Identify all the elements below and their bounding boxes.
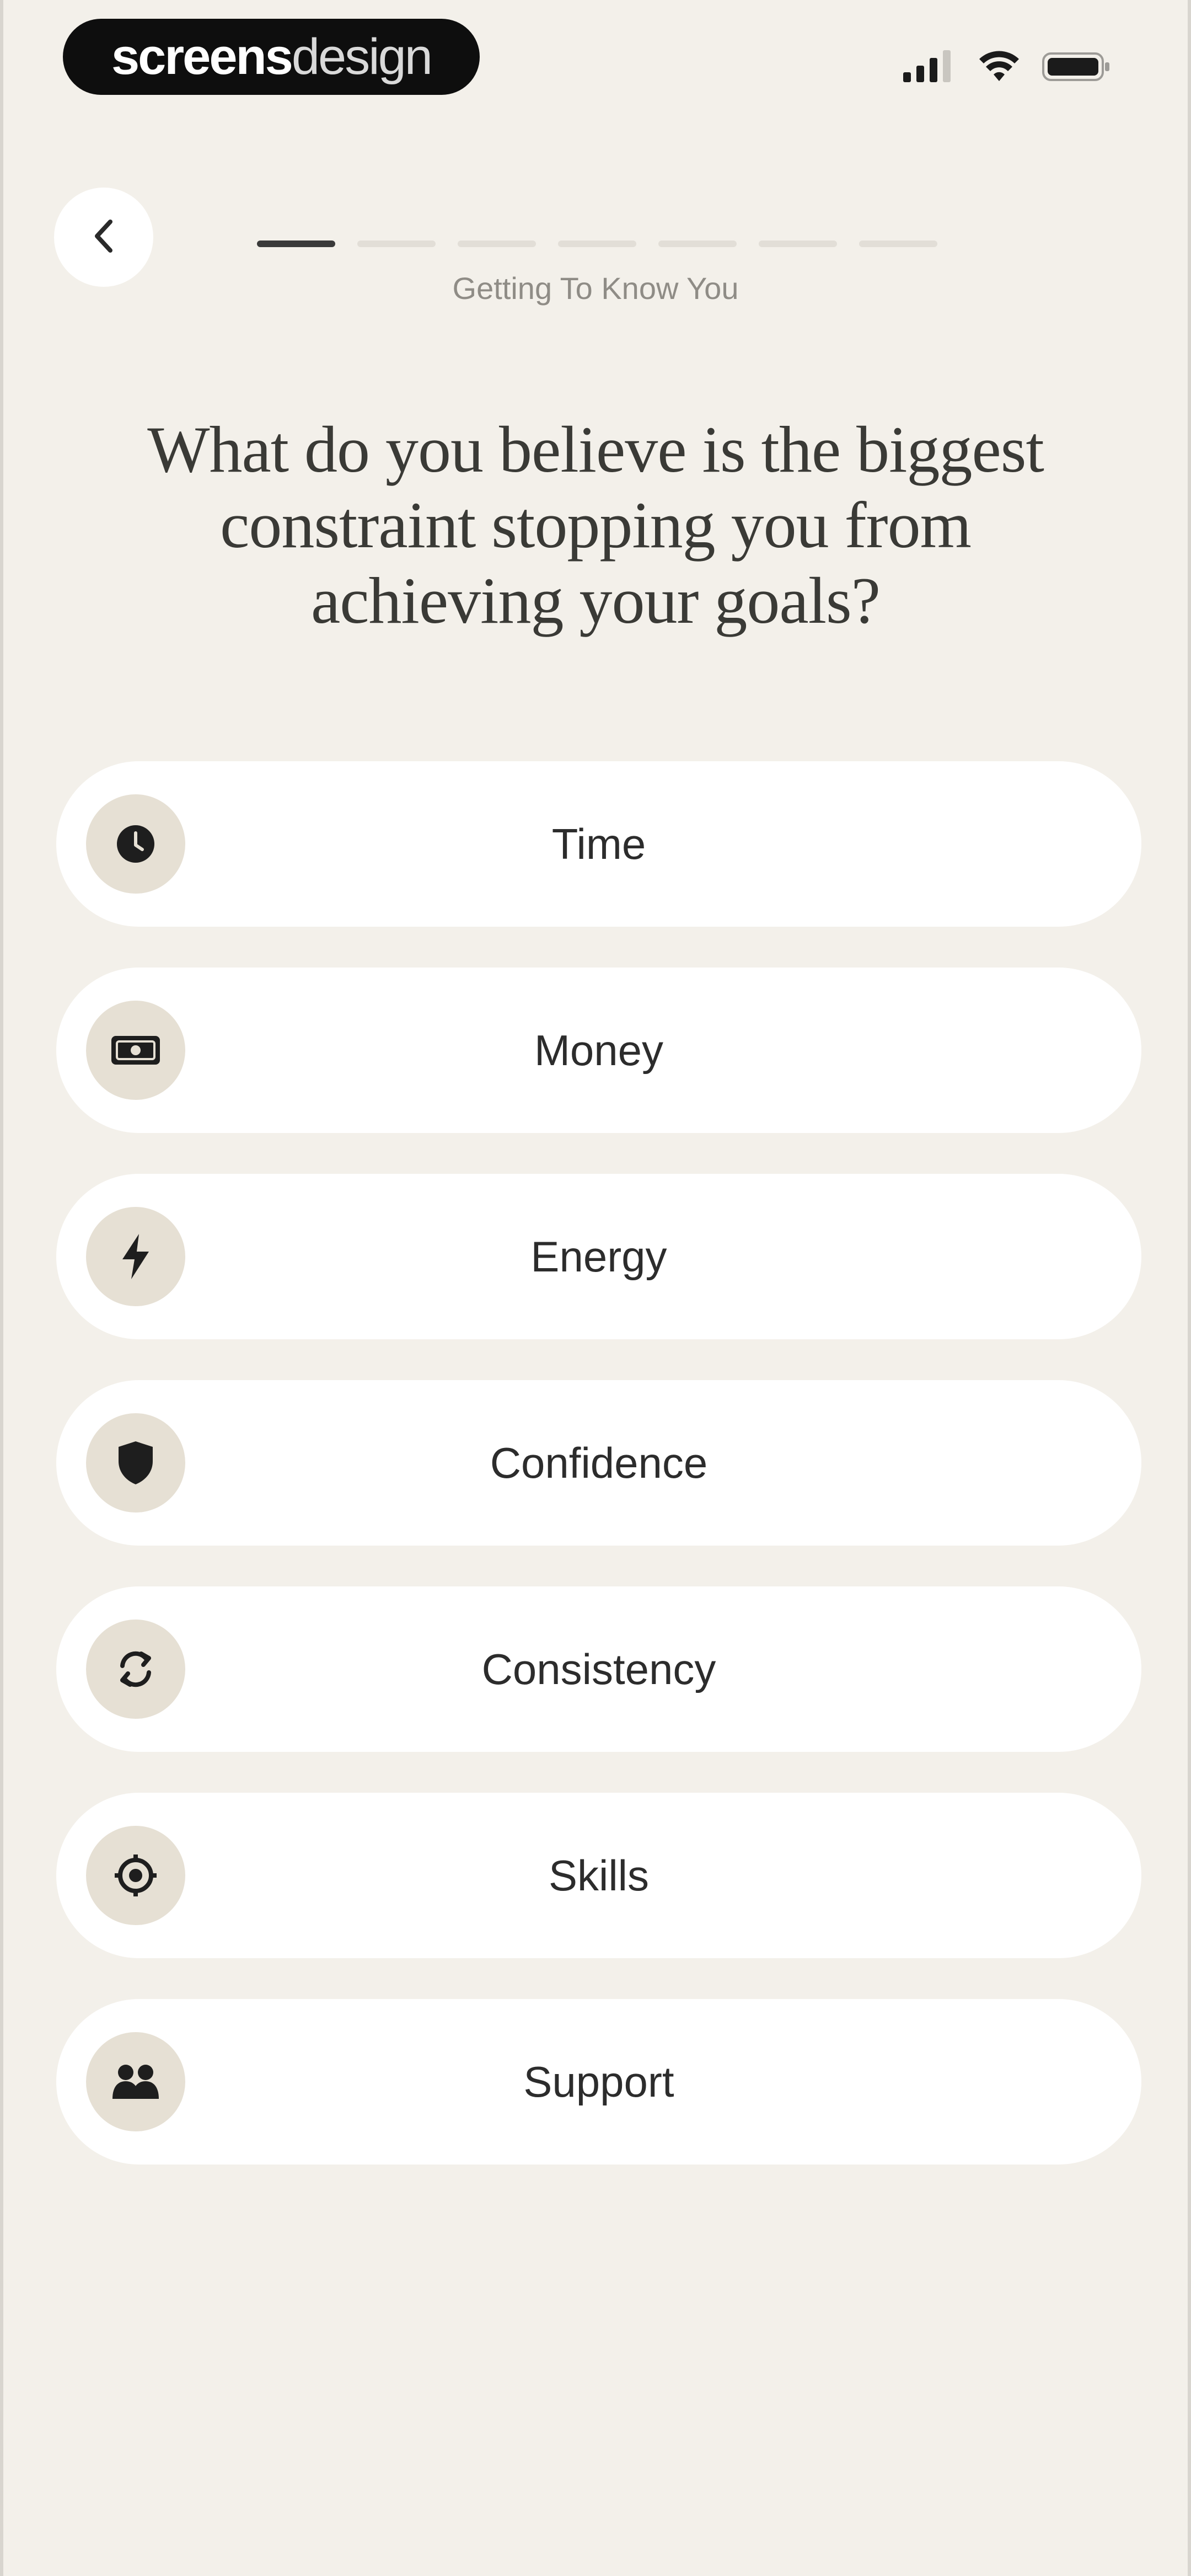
progress-segment: [759, 241, 837, 247]
option-label: Skills: [548, 1851, 649, 1900]
option-label: Consistency: [481, 1644, 716, 1693]
option-label: Time: [551, 819, 646, 868]
progress-segment: [558, 241, 636, 247]
progress-segment: [357, 241, 436, 247]
progress-segment: [859, 241, 937, 247]
brand-logo: screensdesign: [63, 19, 480, 95]
signal-icon: [903, 50, 956, 83]
progress-segment-active: [257, 241, 335, 247]
option-skills[interactable]: Skills: [56, 1793, 1141, 1958]
app-screen: screensdesign Getting To Know You What d…: [0, 0, 1191, 2576]
brand-text-light: design: [291, 29, 433, 85]
progress-indicator: [257, 241, 937, 247]
options-list: Time Money Energy Confidence Consistency…: [56, 761, 1141, 2205]
battery-icon: [1042, 50, 1113, 83]
option-money[interactable]: Money: [56, 968, 1141, 1133]
chevron-left-icon: [92, 218, 116, 256]
option-label: Energy: [530, 1232, 667, 1281]
option-support[interactable]: Support: [56, 1999, 1141, 2165]
wifi-icon: [978, 50, 1020, 83]
option-label: Support: [523, 2057, 674, 2106]
brand-wordmark: screensdesign: [111, 29, 433, 85]
option-confidence[interactable]: Confidence: [56, 1380, 1141, 1546]
option-label: Money: [534, 1025, 664, 1075]
option-label: Confidence: [490, 1438, 708, 1487]
option-energy[interactable]: Energy: [56, 1174, 1141, 1339]
question-heading: What do you believe is the biggest const…: [147, 413, 1044, 637]
status-icons: [903, 47, 1113, 86]
progress-segment: [458, 241, 536, 247]
progress-segment: [658, 241, 737, 247]
step-label: Getting To Know You: [452, 271, 739, 306]
option-consistency[interactable]: Consistency: [56, 1586, 1141, 1752]
option-time[interactable]: Time: [56, 761, 1141, 927]
brand-text-bold: screens: [111, 29, 293, 85]
